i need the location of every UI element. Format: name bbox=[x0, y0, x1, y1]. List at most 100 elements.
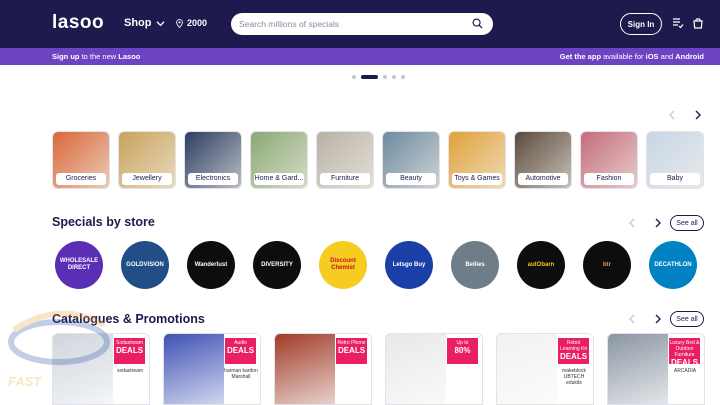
catalogue-card[interactable]: Audio DEALS harman kardon Marshall bbox=[163, 333, 261, 405]
category-tile[interactable]: Jewellery bbox=[118, 131, 176, 189]
watermark-text: FAST bbox=[8, 374, 42, 389]
carousel-dot[interactable] bbox=[392, 75, 396, 79]
store-logo[interactable]: DECATHLON bbox=[649, 241, 697, 289]
ios-link[interactable]: iOS bbox=[646, 52, 659, 61]
store-name: GOLDVISION bbox=[126, 261, 164, 268]
top-nav-bar: lasoo Shop 2000 Sign In bbox=[0, 0, 720, 48]
catalogue-brand: makeblock UBTECH edukits bbox=[562, 368, 586, 386]
location-button[interactable]: 2000 bbox=[176, 18, 207, 28]
deal-badge-title: DEALS bbox=[559, 352, 588, 361]
app-promo: Get the app available for iOS and Androi… bbox=[560, 52, 704, 61]
category-tile[interactable]: Beauty bbox=[382, 131, 440, 189]
and-text: and bbox=[658, 52, 676, 61]
category-tile[interactable]: Electronics bbox=[184, 131, 242, 189]
catalogues-next-arrow-icon[interactable] bbox=[652, 313, 664, 325]
category-label: Electronics bbox=[188, 173, 238, 185]
android-link[interactable]: Android bbox=[675, 52, 704, 61]
catalogue-image bbox=[275, 334, 337, 404]
carousel-dot[interactable] bbox=[361, 75, 378, 79]
store-logo[interactable]: WHOLESALE DIRECT bbox=[55, 241, 103, 289]
catalogue-card[interactable]: Retro Phone DEALS bbox=[274, 333, 372, 405]
store-logo[interactable]: Discount Chemist bbox=[319, 241, 367, 289]
promo-bar: Sign up to the new Lasoo Get the app ava… bbox=[0, 48, 720, 65]
category-label: Automotive bbox=[518, 173, 568, 185]
catalogues-prev-arrow-icon[interactable] bbox=[626, 313, 638, 325]
category-tile[interactable]: Automotive bbox=[514, 131, 572, 189]
deal-badge: Audio DEALS bbox=[225, 338, 256, 364]
carousel-indicator bbox=[352, 75, 405, 79]
shop-menu-button[interactable]: Shop bbox=[124, 17, 165, 29]
store-logo[interactable]: btr bbox=[583, 241, 631, 289]
signup-text: to the new bbox=[79, 52, 119, 61]
catalogue-image bbox=[497, 334, 559, 404]
location-pin-icon bbox=[176, 18, 183, 28]
lasoo-logo[interactable]: lasoo bbox=[52, 12, 104, 34]
location-postcode: 2000 bbox=[187, 18, 208, 28]
search-bar[interactable] bbox=[231, 13, 493, 35]
deal-badge-title: DEALS bbox=[226, 346, 255, 355]
catalogue-card[interactable]: Up to 80% bbox=[385, 333, 483, 405]
category-label: Groceries bbox=[56, 173, 106, 185]
deal-badge: Up to 80% bbox=[447, 338, 478, 364]
shopping-list-icon[interactable] bbox=[672, 17, 684, 29]
catalogue-image bbox=[164, 334, 226, 404]
category-tile[interactable]: Fashion bbox=[580, 131, 638, 189]
store-name: DECATHLON bbox=[654, 261, 692, 268]
store-name: Bellies bbox=[465, 261, 485, 268]
store-name: Letsgo Buy bbox=[392, 261, 426, 268]
store-name: autObarn bbox=[527, 261, 555, 268]
catalogue-card[interactable]: Luxury Bed & Outdoor Furniture DEALS ARCAD… bbox=[607, 333, 705, 405]
specials-see-all-button[interactable]: See all bbox=[670, 215, 704, 231]
store-name: Discount Chemist bbox=[330, 258, 356, 271]
store-logo[interactable]: Letsgo Buy bbox=[385, 241, 433, 289]
carousel-dot[interactable] bbox=[352, 75, 356, 79]
carousel-dot[interactable] bbox=[383, 75, 387, 79]
store-logo[interactable]: autObarn bbox=[517, 241, 565, 289]
catalogues-see-all-button[interactable]: See all bbox=[670, 311, 704, 327]
shopping-bag-icon[interactable] bbox=[692, 17, 704, 29]
store-logo[interactable]: Wanderlust bbox=[187, 241, 235, 289]
store-logo[interactable]: Bellies bbox=[451, 241, 499, 289]
catalogue-brand: harman kardon Marshall bbox=[224, 368, 258, 380]
specials-section-title: Specials by store bbox=[52, 215, 155, 229]
store-logo[interactable]: DIVERSITY bbox=[253, 241, 301, 289]
chevron-down-icon bbox=[155, 20, 165, 26]
category-label: Fashion bbox=[584, 173, 634, 185]
catalogue-card[interactable]: Robot Learning Kit DEALS makeblock UBTECH … bbox=[496, 333, 594, 405]
signup-brand-text: Lasoo bbox=[118, 52, 141, 61]
store-name: WHOLESALE DIRECT bbox=[59, 258, 99, 271]
search-icon[interactable] bbox=[472, 18, 483, 29]
catalogue-brand: sodastream bbox=[116, 368, 144, 374]
deal-badge-title: DEALS bbox=[337, 346, 366, 355]
category-tile[interactable]: Furniture bbox=[316, 131, 374, 189]
search-input[interactable] bbox=[239, 17, 464, 31]
store-name: btr bbox=[603, 261, 611, 268]
catalogue-image bbox=[608, 334, 670, 404]
category-prev-arrow-icon[interactable] bbox=[666, 109, 678, 121]
carousel-dot[interactable] bbox=[401, 75, 405, 79]
category-tile[interactable]: Home & Gard... bbox=[250, 131, 308, 189]
category-tile[interactable]: Groceries bbox=[52, 131, 110, 189]
signup-link-text[interactable]: Sign up bbox=[52, 52, 80, 61]
category-tile[interactable]: Baby bbox=[646, 131, 704, 189]
watermark-swoosh-icon bbox=[8, 310, 110, 365]
store-list: WHOLESALE DIRECT GOLDVISION Wanderlust DIVE… bbox=[55, 241, 697, 289]
deal-badge: Robot Learning Kit DEALS bbox=[558, 338, 589, 364]
deal-badge-subtitle: Luxury Bed & Outdoor Furniture bbox=[669, 340, 700, 358]
category-next-arrow-icon[interactable] bbox=[692, 109, 704, 121]
specials-next-arrow-icon[interactable] bbox=[652, 217, 664, 229]
signup-promo-link[interactable]: Sign up to the new Lasoo bbox=[52, 52, 140, 61]
store-logo[interactable]: GOLDVISION bbox=[121, 241, 169, 289]
deal-badge-title: DEALS bbox=[115, 346, 144, 355]
category-label: Furniture bbox=[320, 173, 370, 185]
category-tile[interactable]: Toys & Games bbox=[448, 131, 506, 189]
deal-badge: Retro Phone DEALS bbox=[336, 338, 367, 364]
category-label: Baby bbox=[650, 173, 700, 185]
shop-label: Shop bbox=[124, 17, 152, 29]
get-app-text[interactable]: Get the app bbox=[560, 52, 601, 61]
deal-badge-title: 80% bbox=[454, 346, 471, 355]
category-list: Groceries Jewellery Electronics Home & Gard… bbox=[52, 131, 704, 189]
sign-in-button[interactable]: Sign In bbox=[620, 13, 662, 35]
specials-prev-arrow-icon[interactable] bbox=[626, 217, 638, 229]
category-label: Jewellery bbox=[122, 173, 172, 185]
